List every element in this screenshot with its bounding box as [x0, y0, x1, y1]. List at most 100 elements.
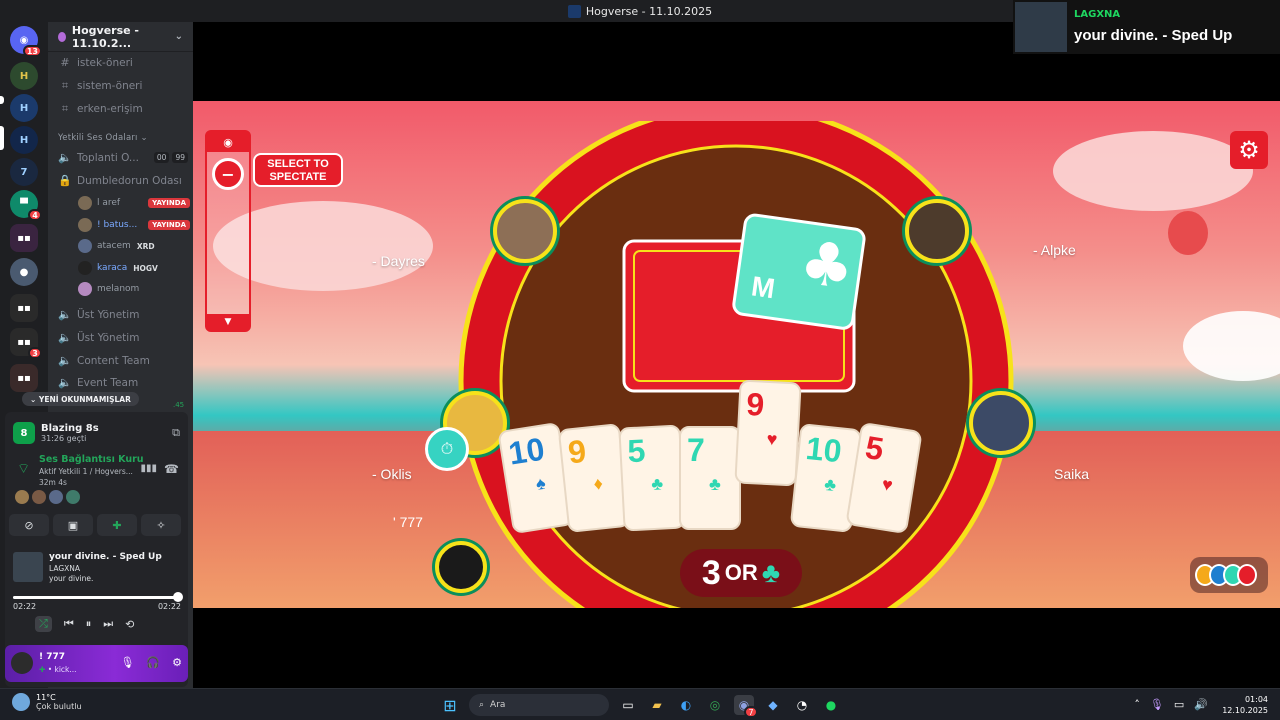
camera-off-icon[interactable]: ⊘ — [9, 514, 49, 536]
notification-badge: 13 — [22, 45, 42, 57]
server-icon-h3[interactable]: H — [10, 126, 38, 154]
server-folder-4[interactable]: ▪▪ — [10, 364, 38, 392]
game-settings-icon[interactable]: ⚙ — [1230, 131, 1268, 169]
server-icon-h2[interactable]: H — [10, 94, 38, 122]
start-icon[interactable]: ⊞ — [440, 695, 460, 715]
pause-icon[interactable]: ⏸ — [86, 617, 92, 631]
volume-icon[interactable]: 🔊 — [1194, 698, 1208, 711]
next-icon[interactable]: ⏭ — [103, 617, 113, 631]
color-swatch-red[interactable] — [1237, 564, 1257, 586]
eye-icon[interactable]: ◉ — [207, 132, 249, 152]
screen-share-icon[interactable]: ▣ — [53, 514, 93, 536]
spectate-button[interactable]: − — [212, 158, 244, 190]
user-avatar[interactable] — [11, 652, 33, 674]
weather-widget[interactable]: 11°C Çok bulutlu — [12, 693, 82, 711]
game-table: M ♣ — [458, 121, 1014, 608]
voice-user[interactable]: l aref YAYINDA — [78, 196, 190, 210]
server-folder-1[interactable]: ▪▪ — [10, 224, 38, 252]
card-suit-icon: ♥ — [880, 473, 895, 496]
discord-icon[interactable]: ◉ 7 — [734, 695, 758, 718]
hint-text: OR — [724, 560, 758, 585]
soundboard-button-icon[interactable]: ✧ — [141, 514, 181, 536]
hand-card[interactable]: 5 ♣ — [618, 424, 686, 532]
voice-user[interactable]: karaca HOGV — [78, 261, 190, 275]
taskbar-clock[interactable]: 01:04 12.10.2025 — [1222, 694, 1268, 716]
microphone-icon[interactable]: 🎙 — [120, 656, 134, 669]
activity-popout-icon[interactable]: ⧉ — [172, 426, 180, 440]
channel-erken-erisim[interactable]: ⌗ erken-erişim — [58, 102, 188, 116]
scroll-down-icon[interactable]: ▼ — [207, 314, 249, 330]
track-progress-knob[interactable] — [173, 592, 183, 602]
channel-label: Content Team — [77, 354, 150, 367]
player-name-saika: Saika — [1054, 466, 1090, 482]
track-artist[interactable]: LAGXNA — [49, 564, 80, 573]
track-progress-bar[interactable] — [13, 592, 183, 602]
player-avatar-777[interactable] — [435, 541, 487, 593]
channel-label: sistem-öneri — [77, 80, 143, 92]
server-icon-avatar[interactable]: ● — [10, 258, 38, 286]
avatar[interactable] — [66, 490, 80, 504]
spotify-icon[interactable]: ● — [821, 695, 841, 715]
network-icon[interactable]: ▭ — [1174, 698, 1184, 711]
hand-card[interactable]: 9 ♥ — [734, 379, 802, 487]
app-icon[interactable]: ◆ — [763, 695, 783, 715]
voice-user[interactable]: atacem XRD — [78, 239, 190, 253]
avatar[interactable] — [15, 490, 29, 504]
club-icon: ♣ — [795, 227, 858, 304]
file-explorer-icon[interactable]: ▰ — [647, 695, 667, 715]
steam-icon[interactable]: ◔ — [792, 695, 812, 715]
server-icon-flag[interactable]: ▀ 4 — [10, 190, 42, 221]
voice-channel-event-team[interactable]: 🔈 Event Team — [58, 376, 188, 389]
discord-badge: 7 — [744, 706, 758, 718]
player-avatar-alpke[interactable] — [905, 199, 969, 263]
new-unreads-button[interactable]: ⌄ YENİ OKUNMAMIŞLAR — [22, 392, 139, 406]
soundboard-icon[interactable]: ▮▮▮ — [140, 463, 157, 474]
game-activity[interactable]: 8 Blazing 8s 31:26 geçti — [13, 422, 99, 444]
color-picker[interactable] — [1190, 557, 1268, 593]
previous-icon[interactable]: ⏮ — [64, 617, 74, 631]
now-playing-toast[interactable]: LAGXNA your divine. - Sped Up — [1013, 0, 1280, 54]
server-folder-3[interactable]: ▪▪ 3 — [10, 328, 42, 359]
search-placeholder: Ara — [490, 700, 506, 710]
voice-channel-toplanti[interactable]: 🔈 Toplanti O... 00 99 — [58, 151, 188, 164]
channel-sistem-oneri[interactable]: ⌗ sistem-öneri — [58, 79, 188, 93]
repeat-icon[interactable]: ⟲ — [125, 618, 134, 631]
disconnect-icon[interactable]: ☎ — [164, 462, 179, 476]
server-icon-7[interactable]: 7 — [10, 158, 38, 186]
game-view[interactable]: ◉ − ▼ SELECT TO SPECTATE ⚙ M ♣ ⏱ - Dayre… — [193, 101, 1280, 608]
player-avatar-saika[interactable] — [969, 391, 1033, 455]
activity-controller-icon[interactable]: ✚ — [97, 514, 137, 536]
voice-user-name: l aref — [97, 198, 121, 208]
player-name-oklis: - Oklis — [372, 466, 412, 482]
server-icon-h1[interactable]: H — [10, 62, 38, 90]
track-title[interactable]: your divine. - Sped Up — [49, 552, 162, 562]
discord-home-icon[interactable]: ◉ 13 — [10, 26, 42, 57]
voice-channel-name[interactable]: Aktif Yetkili 1 / Hogvers... — [13, 467, 183, 476]
voice-channel-dumbledore[interactable]: 🔒 Dumbledorun Odası — [58, 174, 188, 187]
voice-user[interactable]: ! batus... YAYINDA — [78, 218, 190, 232]
channel-istek-oneri[interactable]: # istek-öneri — [58, 56, 188, 69]
avatar[interactable] — [49, 490, 63, 504]
edge-icon[interactable]: ◐ — [676, 695, 696, 715]
speaker-icon: 🔈 — [58, 308, 72, 321]
avatar[interactable] — [32, 490, 46, 504]
chevron-up-icon[interactable]: ˄ — [1134, 698, 1140, 711]
hand-card[interactable]: 7 ♣ — [679, 426, 741, 530]
server-header[interactable]: Hogverse - 11.10.2... ⌄ — [48, 22, 193, 52]
category-yetkili-ses[interactable]: Yetkili Ses Odaları ⌄ — [58, 133, 148, 143]
player-avatar-dayres[interactable] — [493, 199, 557, 263]
voice-user[interactable]: melanom — [78, 282, 190, 296]
task-view-icon[interactable]: ▭ — [618, 695, 638, 715]
shuffle-icon[interactable]: ⤮ — [35, 616, 52, 632]
voice-channel-content-team[interactable]: 🔈 Content Team — [58, 354, 188, 367]
voice-channel-ust-yonetim[interactable]: 🔈 Üst Yönetim — [58, 308, 188, 321]
microphone-tray-icon[interactable]: 🎙 — [1150, 698, 1164, 711]
headphones-icon[interactable]: 🎧 — [146, 656, 160, 669]
card-suit-icon: ♣ — [650, 473, 664, 495]
server-folder-2[interactable]: ▪▪ — [10, 294, 38, 322]
server-tag: XRD — [136, 241, 155, 251]
voice-channel-ust-yonetim-2[interactable]: 🔈 Üst Yönetim — [58, 331, 188, 344]
taskbar-search[interactable]: ⌕ Ara — [469, 694, 609, 716]
chrome-icon[interactable]: ◎ — [705, 695, 725, 715]
settings-icon[interactable]: ⚙ — [172, 656, 182, 669]
